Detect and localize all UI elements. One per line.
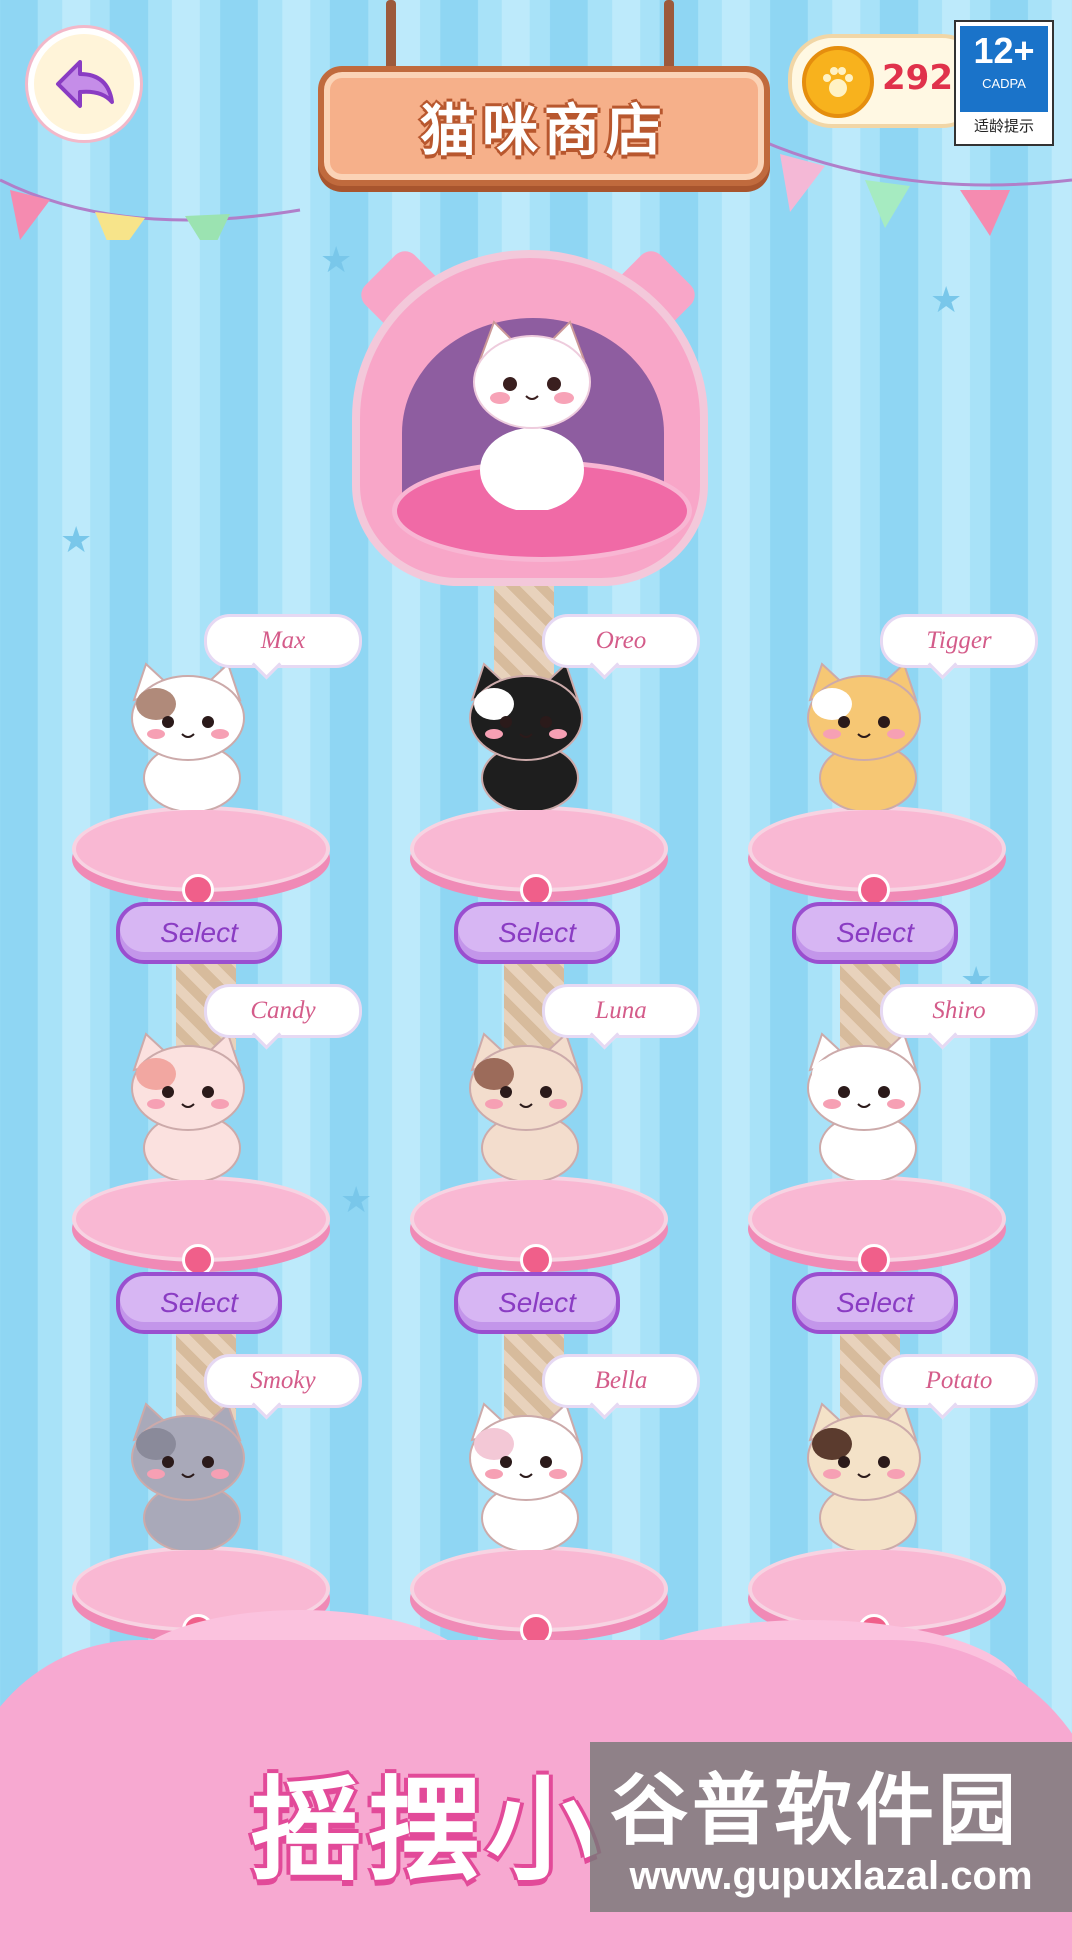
watermark-name: 谷普软件园 — [610, 1766, 1021, 1856]
watermark: 谷普软件园 www.gupuxlazal.com — [590, 1742, 1072, 1912]
back-arrow-icon — [56, 60, 114, 108]
age-rating: 12+ — [973, 30, 1035, 71]
select-button[interactable]: Select — [792, 1272, 958, 1334]
cat-name-bubble: Potato — [880, 1354, 1038, 1408]
cat-name-bubble: Candy — [204, 984, 362, 1038]
cat-smoky-sprite[interactable] — [112, 1400, 262, 1550]
cat-tigger-sprite[interactable] — [788, 660, 938, 810]
paw-coin-icon — [802, 46, 874, 118]
cat-name-bubble: Bella — [542, 1354, 700, 1408]
star-decoration: ★ — [60, 520, 93, 561]
select-button[interactable]: Select — [116, 1272, 282, 1334]
cat-name-bubble: Smoky — [204, 1354, 362, 1408]
page-title: 猫咪商店 — [420, 98, 668, 164]
cat-oreo-sprite[interactable] — [450, 660, 600, 810]
select-button[interactable]: Select — [792, 902, 958, 964]
star-decoration: ★ — [930, 280, 963, 321]
rating-org: CADPA — [982, 76, 1026, 91]
shop-title-sign: 猫咪商店 — [318, 66, 770, 186]
select-button[interactable]: Select — [454, 1272, 620, 1334]
cat-potato-sprite[interactable] — [788, 1400, 938, 1550]
cat-name-bubble: Shiro — [880, 984, 1038, 1038]
cat-shiro-sprite[interactable] — [788, 1030, 938, 1180]
game-slogan: 摇摆小 — [250, 1766, 604, 1896]
star-decoration: ★ — [340, 1180, 373, 1221]
featured-cat — [473, 320, 591, 510]
coin-amount: 292 — [882, 58, 953, 98]
cat-name-bubble: Tigger — [880, 614, 1038, 668]
sign-rope — [664, 0, 674, 74]
watermark-url: www.gupuxlazal.com — [629, 1854, 1033, 1898]
cat-name-bubble: Max — [204, 614, 362, 668]
age-rating-badge: 12+ CADPA 适龄提示 — [954, 20, 1054, 146]
cat-max-sprite[interactable] — [112, 660, 262, 810]
cat-bella-sprite[interactable] — [450, 1400, 600, 1550]
cat-luna-sprite[interactable] — [450, 1030, 600, 1180]
cat-name-bubble: Oreo — [542, 614, 700, 668]
star-decoration: ★ — [320, 240, 353, 281]
cat-candy-sprite[interactable] — [112, 1030, 262, 1180]
rating-tip: 适龄提示 — [960, 112, 1048, 140]
cat-name-bubble: Luna — [542, 984, 700, 1038]
select-button[interactable]: Select — [454, 902, 620, 964]
sign-rope — [386, 0, 396, 74]
select-button[interactable]: Select — [116, 902, 282, 964]
back-button[interactable] — [28, 28, 140, 140]
